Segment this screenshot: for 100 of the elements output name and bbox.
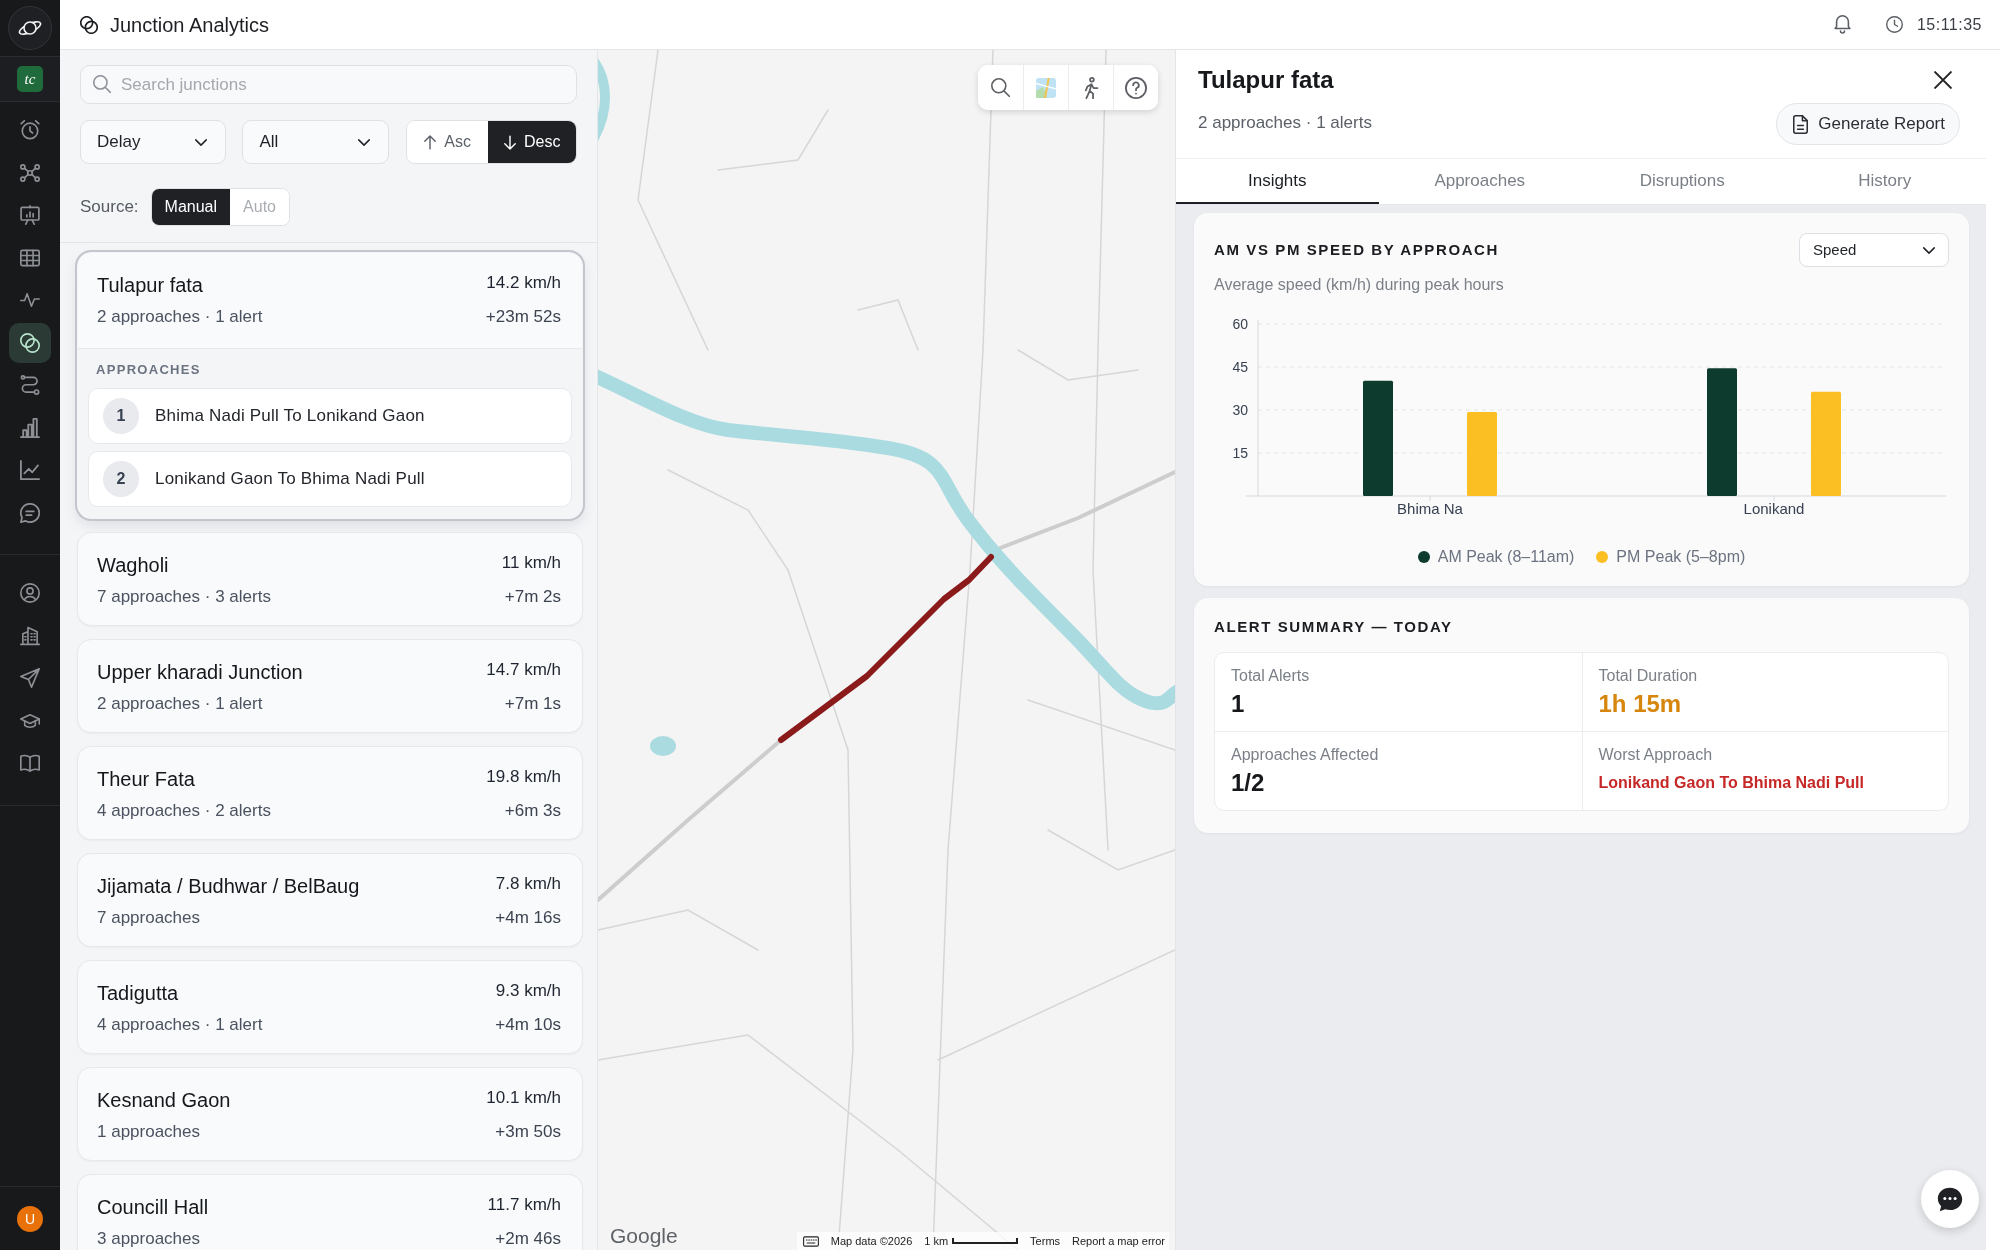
junction-summary: 3 approaches xyxy=(97,1228,202,1250)
source-label: Source: xyxy=(80,196,139,219)
source-toggle[interactable]: Manual xyxy=(151,189,231,225)
junction-delay: +4m 10s xyxy=(495,1014,561,1036)
close-button[interactable] xyxy=(1934,71,1952,89)
chevron-down-icon xyxy=(1923,246,1935,254)
table-icon xyxy=(20,247,40,268)
junction-delay: +2m 46s xyxy=(494,1228,561,1250)
stat-label: Worst Approach xyxy=(1598,745,1714,765)
junction-card[interactable]: Upper kharadi Junction 2 approaches · 1 alert 14.7 km/h +7m 1s xyxy=(77,639,583,733)
junction-card[interactable]: Kesnand Gaon 1 approaches 10.1 km/h +3m 50s xyxy=(77,1067,583,1161)
card-title: AM VS PM SPEED BY APPROACH xyxy=(1214,240,1499,260)
junction-summary: 7 approaches · 3 alerts xyxy=(97,586,271,608)
junction-delay: +7m 2s xyxy=(503,586,561,608)
junction-card[interactable]: Tadigutta 4 approaches · 1 alert 9.3 km/h +4m 10s xyxy=(77,960,583,1054)
search-icon xyxy=(991,78,1010,97)
junction-delay: +7m 1s xyxy=(503,693,561,715)
bar-chart-icon xyxy=(20,417,40,438)
network-icon xyxy=(20,162,40,183)
detail-subtitle: 2 approaches · 1 alerts xyxy=(1198,112,1372,134)
sort-button[interactable]: Desc xyxy=(488,121,576,163)
map-data-notice: Map data ©2026 xyxy=(830,1233,913,1249)
junction-delay: +6m 3s xyxy=(503,800,561,822)
metric-dropdown[interactable]: Speed xyxy=(1799,233,1949,267)
stat-value: 1/2 xyxy=(1231,768,1266,798)
walking-person-icon xyxy=(1083,76,1099,99)
junction-summary: 2 approaches · 1 alert xyxy=(97,693,264,715)
chevron-down-icon xyxy=(195,138,208,146)
approach-item[interactable]: 2 Lonikand Gaon To Bhima Nadi Pull xyxy=(88,451,572,507)
nav-button[interactable] xyxy=(9,322,51,363)
junction-summary: 4 approaches · 1 alert xyxy=(97,1014,263,1036)
building-icon xyxy=(20,625,40,646)
map-logo: Google xyxy=(610,1224,678,1248)
junction-delay: +4m 16s xyxy=(495,907,561,929)
junction-summary: 1 approaches xyxy=(97,1121,202,1143)
stat-value: 1 xyxy=(1231,689,1246,719)
close-icon xyxy=(1934,71,1952,89)
map-scale-bar xyxy=(952,1238,1019,1244)
presentation-board-icon xyxy=(20,205,40,226)
street-view-button[interactable] xyxy=(1068,65,1113,110)
filter-dropdown[interactable]: Delay xyxy=(80,120,227,164)
junction-card[interactable]: Jijamata / Budhwar / BelBaug 7 approaches 7.8 km/h +4m 16s xyxy=(77,853,583,947)
filter-dropdown[interactable]: All xyxy=(242,120,389,164)
help-button[interactable] xyxy=(1113,65,1158,110)
junction-speed: 14.2 km/h xyxy=(485,272,561,294)
junction-name: Tulapur fata xyxy=(97,273,204,298)
x-axis-label: Bhima Na xyxy=(1397,500,1463,517)
junction-name: Councill Hall xyxy=(97,1195,209,1220)
junction-speed: 10.1 km/h xyxy=(486,1087,561,1109)
chat-bubble-icon xyxy=(1937,1186,1963,1212)
notifications-button[interactable] xyxy=(1833,15,1851,34)
junction-speed: 14.7 km/h xyxy=(486,659,561,681)
overlapping-circles-icon xyxy=(20,332,40,353)
stat-value: 1h 15m xyxy=(1598,689,1683,719)
junction-delay: +23m 52s xyxy=(485,306,561,328)
user-circle-icon xyxy=(20,583,40,604)
approach-name: Lonikand Gaon To Bhima Nadi Pull xyxy=(155,468,425,491)
chevron-down-icon xyxy=(357,138,370,146)
chat-bubble-icon xyxy=(20,502,40,523)
arrow-down-icon xyxy=(504,134,516,150)
workspace-badge[interactable]: tc xyxy=(17,66,43,92)
junction-speed: 19.8 km/h xyxy=(486,766,561,788)
help-icon xyxy=(1125,76,1147,99)
junction-card[interactable]: Wagholi 7 approaches · 3 alerts 11 km/h +7m 2s xyxy=(77,532,583,626)
junction-summary: 2 approaches · 1 alert xyxy=(97,306,263,328)
sort-button[interactable]: Asc xyxy=(406,121,489,163)
approach-item[interactable]: 1 Bhima Nadi Pull To Lonikand Gaon xyxy=(88,388,572,444)
junction-name: Upper kharadi Junction xyxy=(97,660,303,685)
legend-label: AM Peak (8–11am) xyxy=(1437,547,1575,567)
y-axis-label: 45 xyxy=(1232,359,1248,375)
map-link[interactable]: Terms xyxy=(1030,1232,1061,1250)
map-scale-label: 1 km xyxy=(924,1233,949,1249)
junction-speed: 9.3 km/h xyxy=(495,980,561,1002)
section-heading: APPROACHES xyxy=(96,361,202,379)
junction-card[interactable]: Tulapur fata 2 approaches · 1 alert 14.2 km/h +23m 52s APPROACHES 1 Bhima Nadi Pull To Lonikand Gaon 2 Lonikand Gaon To Bhima Nadi Pull xyxy=(77,252,583,519)
x-axis-label: Lonikand xyxy=(1743,500,1805,517)
junction-name: Wagholi xyxy=(97,553,170,578)
alarm-clock-icon xyxy=(20,120,40,141)
approach-name: Bhima Nadi Pull To Lonikand Gaon xyxy=(155,405,425,428)
junction-speed: 11 km/h xyxy=(501,552,561,574)
arrow-up-icon xyxy=(424,134,437,150)
send-icon xyxy=(20,668,40,689)
junction-speed: 7.8 km/h xyxy=(495,873,561,895)
book-icon xyxy=(20,753,40,774)
map-link[interactable]: Report a map error xyxy=(1072,1232,1165,1250)
card-subtitle: Average speed (km/h) during peak hours xyxy=(1214,275,1505,295)
generate-report-button[interactable]: Generate Report xyxy=(1776,103,1960,145)
stat-label: Total Duration xyxy=(1598,666,1699,686)
overlapping-circles-icon xyxy=(80,15,98,34)
clock-time: 15:11:35 xyxy=(1916,14,1982,35)
junction-name: Theur Fata xyxy=(97,767,196,792)
clock-icon xyxy=(1885,16,1903,33)
junction-card[interactable]: Theur Fata 4 approaches · 2 alerts 19.8 km/h +6m 3s xyxy=(77,746,583,840)
map-thumbnail-icon xyxy=(1036,77,1056,98)
map-search-button[interactable] xyxy=(978,65,1023,110)
search-field[interactable]: Search junctions xyxy=(80,65,577,104)
y-axis-label: 60 xyxy=(1232,316,1248,332)
junction-summary: 7 approaches xyxy=(97,907,202,929)
junction-card[interactable]: Councill Hall 3 approaches 11.7 km/h +2m 46s xyxy=(77,1174,583,1250)
stat-label: Total Alerts xyxy=(1231,666,1311,686)
